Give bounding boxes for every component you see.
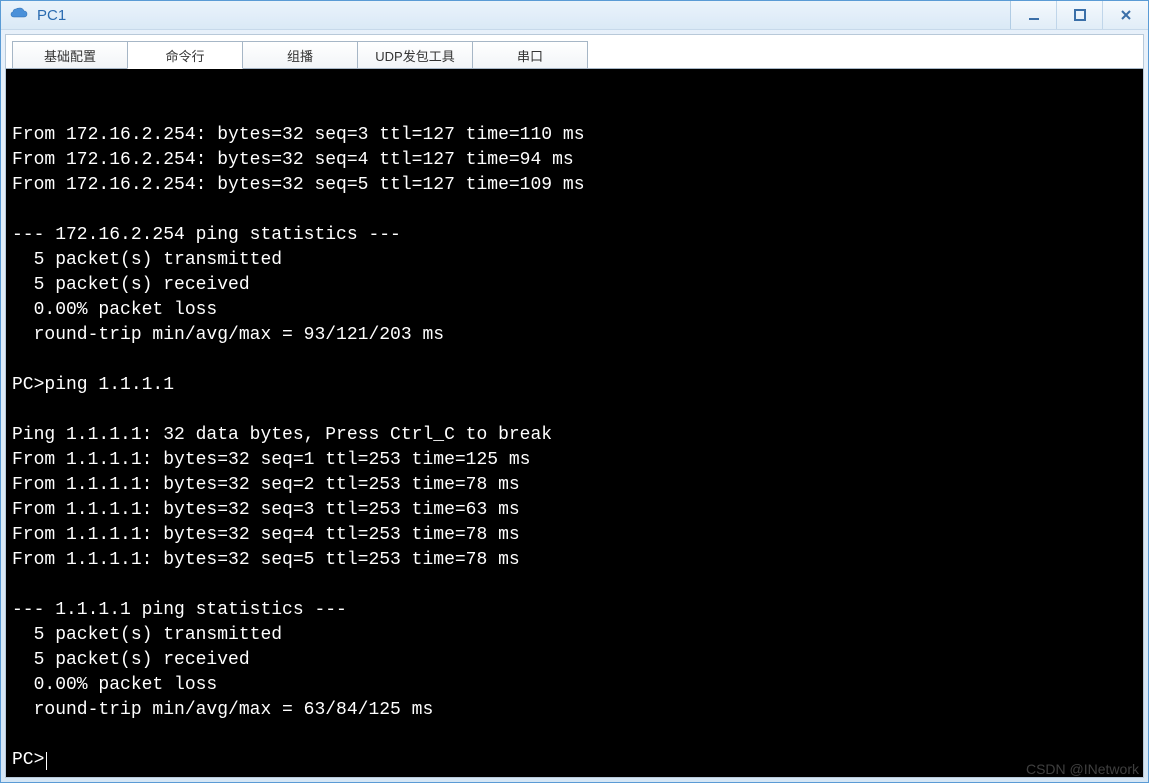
terminal-line: --- 172.16.2.254 ping statistics --- [12, 223, 1137, 248]
terminal-line: round-trip min/avg/max = 93/121/203 ms [12, 323, 1137, 348]
terminal-line [12, 198, 1137, 223]
terminal-line: 5 packet(s) transmitted [12, 623, 1137, 648]
tab-row: 基础配置 命令行 组播 UDP发包工具 串口 [6, 35, 1143, 69]
terminal-line [12, 348, 1137, 373]
terminal-line: From 172.16.2.254: bytes=32 seq=5 ttl=12… [12, 173, 1137, 198]
tab-udp-packet[interactable]: UDP发包工具 [357, 41, 473, 69]
tab-command-line[interactable]: 命令行 [127, 41, 243, 69]
title-bar: PC1 [1, 1, 1148, 30]
terminal-line: round-trip min/avg/max = 63/84/125 ms [12, 698, 1137, 723]
window-title: PC1 [37, 7, 66, 24]
terminal-line: --- 1.1.1.1 ping statistics --- [12, 598, 1137, 623]
terminal-line [12, 573, 1137, 598]
maximize-button[interactable] [1056, 1, 1102, 29]
tab-multicast[interactable]: 组播 [242, 41, 358, 69]
terminal-line: From 172.16.2.254: bytes=32 seq=3 ttl=12… [12, 123, 1137, 148]
tab-basic-config[interactable]: 基础配置 [12, 41, 128, 69]
terminal[interactable]: From 172.16.2.254: bytes=32 seq=3 ttl=12… [6, 68, 1143, 777]
tab-serial[interactable]: 串口 [472, 41, 588, 69]
terminal-line: Ping 1.1.1.1: 32 data bytes, Press Ctrl_… [12, 423, 1137, 448]
terminal-line: 5 packet(s) transmitted [12, 248, 1137, 273]
terminal-line: From 1.1.1.1: bytes=32 seq=1 ttl=253 tim… [12, 448, 1137, 473]
terminal-line: From 1.1.1.1: bytes=32 seq=3 ttl=253 tim… [12, 498, 1137, 523]
terminal-line: 0.00% packet loss [12, 673, 1137, 698]
terminal-line: 5 packet(s) received [12, 273, 1137, 298]
app-window: PC1 基础配置 命令行 组播 UDP发包工具 串口 From 172.16.2… [0, 0, 1149, 783]
terminal-prompt[interactable]: PC> [12, 748, 1137, 773]
app-icon [9, 4, 31, 26]
terminal-line: 5 packet(s) received [12, 648, 1137, 673]
terminal-line: 0.00% packet loss [12, 298, 1137, 323]
terminal-line: From 172.16.2.254: bytes=32 seq=4 ttl=12… [12, 148, 1137, 173]
terminal-line: From 1.1.1.1: bytes=32 seq=2 ttl=253 tim… [12, 473, 1137, 498]
terminal-line [12, 723, 1137, 748]
window-controls [1010, 1, 1148, 29]
terminal-line: From 1.1.1.1: bytes=32 seq=4 ttl=253 tim… [12, 523, 1137, 548]
terminal-line: PC>ping 1.1.1.1 [12, 373, 1137, 398]
terminal-line: From 1.1.1.1: bytes=32 seq=5 ttl=253 tim… [12, 548, 1137, 573]
close-button[interactable] [1102, 1, 1148, 29]
cursor-icon [46, 752, 47, 770]
minimize-button[interactable] [1010, 1, 1056, 29]
content-area: 基础配置 命令行 组播 UDP发包工具 串口 From 172.16.2.254… [5, 34, 1144, 778]
terminal-line [12, 398, 1137, 423]
